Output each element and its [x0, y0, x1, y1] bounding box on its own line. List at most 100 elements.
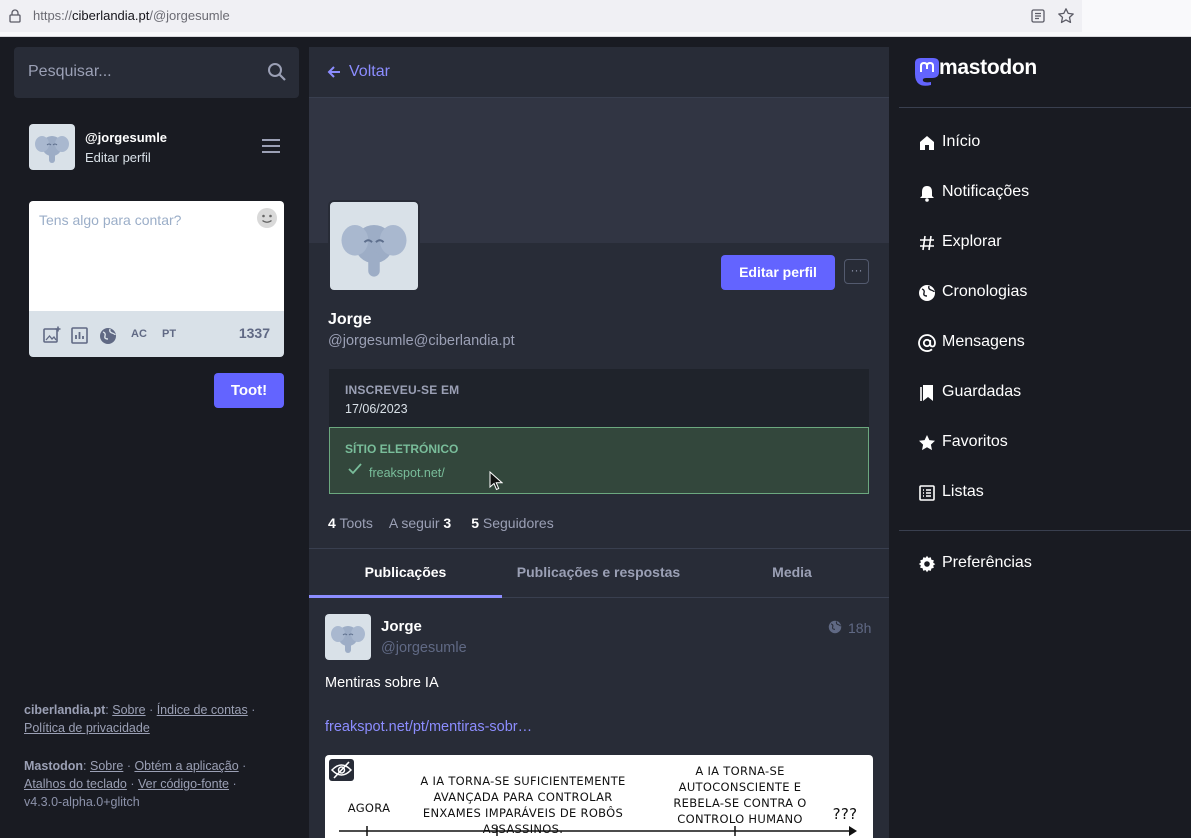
bookmark-star-icon[interactable] [1057, 7, 1075, 25]
profile-counts: 4 Toots A seguir 3 5 Seguidores [328, 515, 554, 531]
status-text: Mentiras sobre IA [325, 675, 439, 691]
bell-icon [920, 186, 934, 202]
nav-item-lists[interactable]: Listas [918, 478, 1178, 508]
reader-view-icon[interactable] [1030, 8, 1046, 24]
elephant-avatar-icon [331, 626, 365, 653]
nav-label: Listas [942, 483, 984, 500]
tab-posts-and-replies[interactable]: Publicações e respostas [502, 549, 695, 598]
toots-count[interactable]: 4 Toots [328, 515, 373, 531]
back-button[interactable]: Voltar [309, 47, 889, 98]
footer-server-about-link[interactable]: Sobre [112, 703, 145, 717]
footer-source-code-link[interactable]: Ver código-fonte [138, 777, 229, 791]
tab-media[interactable]: Media [695, 549, 889, 598]
privacy-globe-icon[interactable] [99, 327, 117, 345]
edit-profile-button[interactable]: Editar perfil [721, 255, 835, 290]
compose-textarea[interactable]: Tens algo para contar? [29, 201, 284, 311]
language-selector[interactable]: PT [162, 328, 176, 340]
nav-item-explore[interactable]: Explorar [918, 228, 1178, 258]
status-timestamp[interactable]: 18h [848, 620, 871, 636]
poll-icon[interactable] [71, 327, 88, 344]
list-icon [919, 485, 935, 501]
footer-directory-link[interactable]: Índice de contas [157, 703, 248, 717]
tab-posts[interactable]: Publicações [309, 549, 502, 598]
profile-field-website: SÍTIO ELETRÓNICO freakspot.net/ [329, 427, 869, 494]
footer-version: v4.3.0-alpha.0+glitch [24, 795, 140, 809]
bookmark-icon [920, 385, 933, 401]
status-display-name[interactable]: Jorge [381, 618, 422, 635]
status-account[interactable]: @jorgesumle [381, 640, 467, 656]
add-media-icon[interactable] [43, 326, 61, 344]
address-bar[interactable]: https://ciberlandia.pt/@jorgesumle [0, 0, 1082, 32]
avatar[interactable] [29, 124, 75, 170]
elephant-avatar-icon [35, 136, 69, 163]
nav-item-preferences[interactable]: Preferências [918, 549, 1178, 579]
footer-privacy-link[interactable]: Política de privacidade [24, 721, 150, 735]
avatar[interactable] [325, 614, 371, 660]
profile-avatar[interactable] [328, 200, 420, 292]
hamburger-menu-icon[interactable] [261, 138, 281, 154]
comic-caption-now: AGORA [347, 801, 391, 815]
arrow-left-icon [327, 66, 340, 78]
comic-timeline-arrow [339, 826, 857, 836]
browser-toolbar: https://ciberlandia.pt/@jorgesumle [0, 0, 1191, 37]
comic-caption-question: ??? [832, 805, 858, 823]
website-link[interactable]: freakspot.net/ [369, 466, 445, 480]
nav-label: Início [942, 133, 981, 150]
compose-toolbar: AC PT 1337 [29, 311, 284, 357]
star-icon [919, 435, 935, 451]
back-label: Voltar [349, 63, 390, 80]
status-link[interactable]: freakspot.net/pt/mentiras-sobr… [325, 719, 532, 735]
nav-item-home[interactable]: Início [918, 128, 1178, 158]
verified-check-icon [348, 463, 362, 475]
search-input[interactable]: Pesquisar... [14, 47, 299, 98]
eye-slash-icon [330, 761, 353, 779]
nav-divider [899, 530, 1191, 531]
search-icon [268, 63, 286, 81]
nav-label: Preferências [942, 554, 1032, 571]
nav-label: Favoritos [942, 433, 1008, 450]
followers-count[interactable]: 5 Seguidores [471, 515, 554, 531]
mastodon-logo[interactable]: mastodon [912, 56, 1037, 92]
following-count[interactable]: A seguir 3 [389, 515, 451, 531]
public-globe-icon [828, 620, 842, 634]
status-media-image[interactable]: AGORA A IA TORNA-SE SUFICIENTEMENTE AVAN… [325, 755, 873, 838]
footer-shortcuts-link[interactable]: Atalhos do teclado [24, 777, 127, 791]
current-user-handle[interactable]: @jorgesumle [85, 130, 167, 145]
footer-mastodon-about-link[interactable]: Sobre [90, 759, 123, 773]
mastodon-wordmark: mastodon [939, 56, 1037, 79]
more-options-button[interactable]: ··· [844, 259, 869, 284]
nav-label: Cronologias [942, 283, 1028, 300]
at-icon [918, 334, 936, 352]
nav-item-favourites[interactable]: Favoritos [918, 428, 1178, 458]
profile-column: Voltar Editar perfil ··· Jorge @jorgesum… [309, 47, 889, 838]
nav-item-notifications[interactable]: Notificações [918, 178, 1178, 208]
hide-media-button[interactable] [329, 759, 354, 781]
compose-placeholder: Tens algo para contar? [39, 212, 182, 228]
content-warning-toggle[interactable]: AC [131, 328, 147, 340]
compose-form: Tens algo para contar? AC PT 1337 [29, 201, 284, 357]
current-user-card: @jorgesumle Editar perfil [29, 124, 285, 172]
profile-field-joined: INSCREVEU-SE EM 17/06/2023 [329, 369, 869, 427]
joined-label: INSCREVEU-SE EM [345, 383, 460, 397]
home-icon [920, 136, 934, 150]
nav-label: Notificações [942, 183, 1030, 200]
elephant-avatar-icon [341, 224, 407, 277]
hashtag-icon [920, 235, 934, 251]
nav-item-timelines[interactable]: Cronologias [918, 278, 1178, 308]
nav-item-bookmarks[interactable]: Guardadas [918, 378, 1178, 408]
footer-server-name: ciberlandia.pt [24, 703, 106, 717]
nav-label: Mensagens [942, 333, 1025, 350]
website-label: SÍTIO ELETRÓNICO [345, 442, 459, 456]
lock-icon [9, 9, 21, 23]
nav-item-messages[interactable]: Mensagens [918, 328, 1178, 358]
footer-mastodon-label: Mastodon [24, 759, 84, 773]
status-item[interactable]: Jorge @jorgesumle 18h Mentiras sobre IA … [309, 598, 889, 838]
character-counter: 1337 [238, 325, 270, 341]
emoji-picker-icon[interactable] [256, 207, 278, 229]
mastodon-logo-icon [915, 58, 939, 86]
comic-caption-rebellion: A IA TORNA-SE AUTOCONSCIENTE E REBELA-SE… [673, 764, 807, 826]
footer-get-app-link[interactable]: Obtém a aplicação [134, 759, 238, 773]
edit-profile-link[interactable]: Editar perfil [85, 150, 151, 165]
toot-button[interactable]: Toot! [214, 373, 284, 408]
url-text: https://ciberlandia.pt/@jorgesumle [33, 8, 230, 23]
